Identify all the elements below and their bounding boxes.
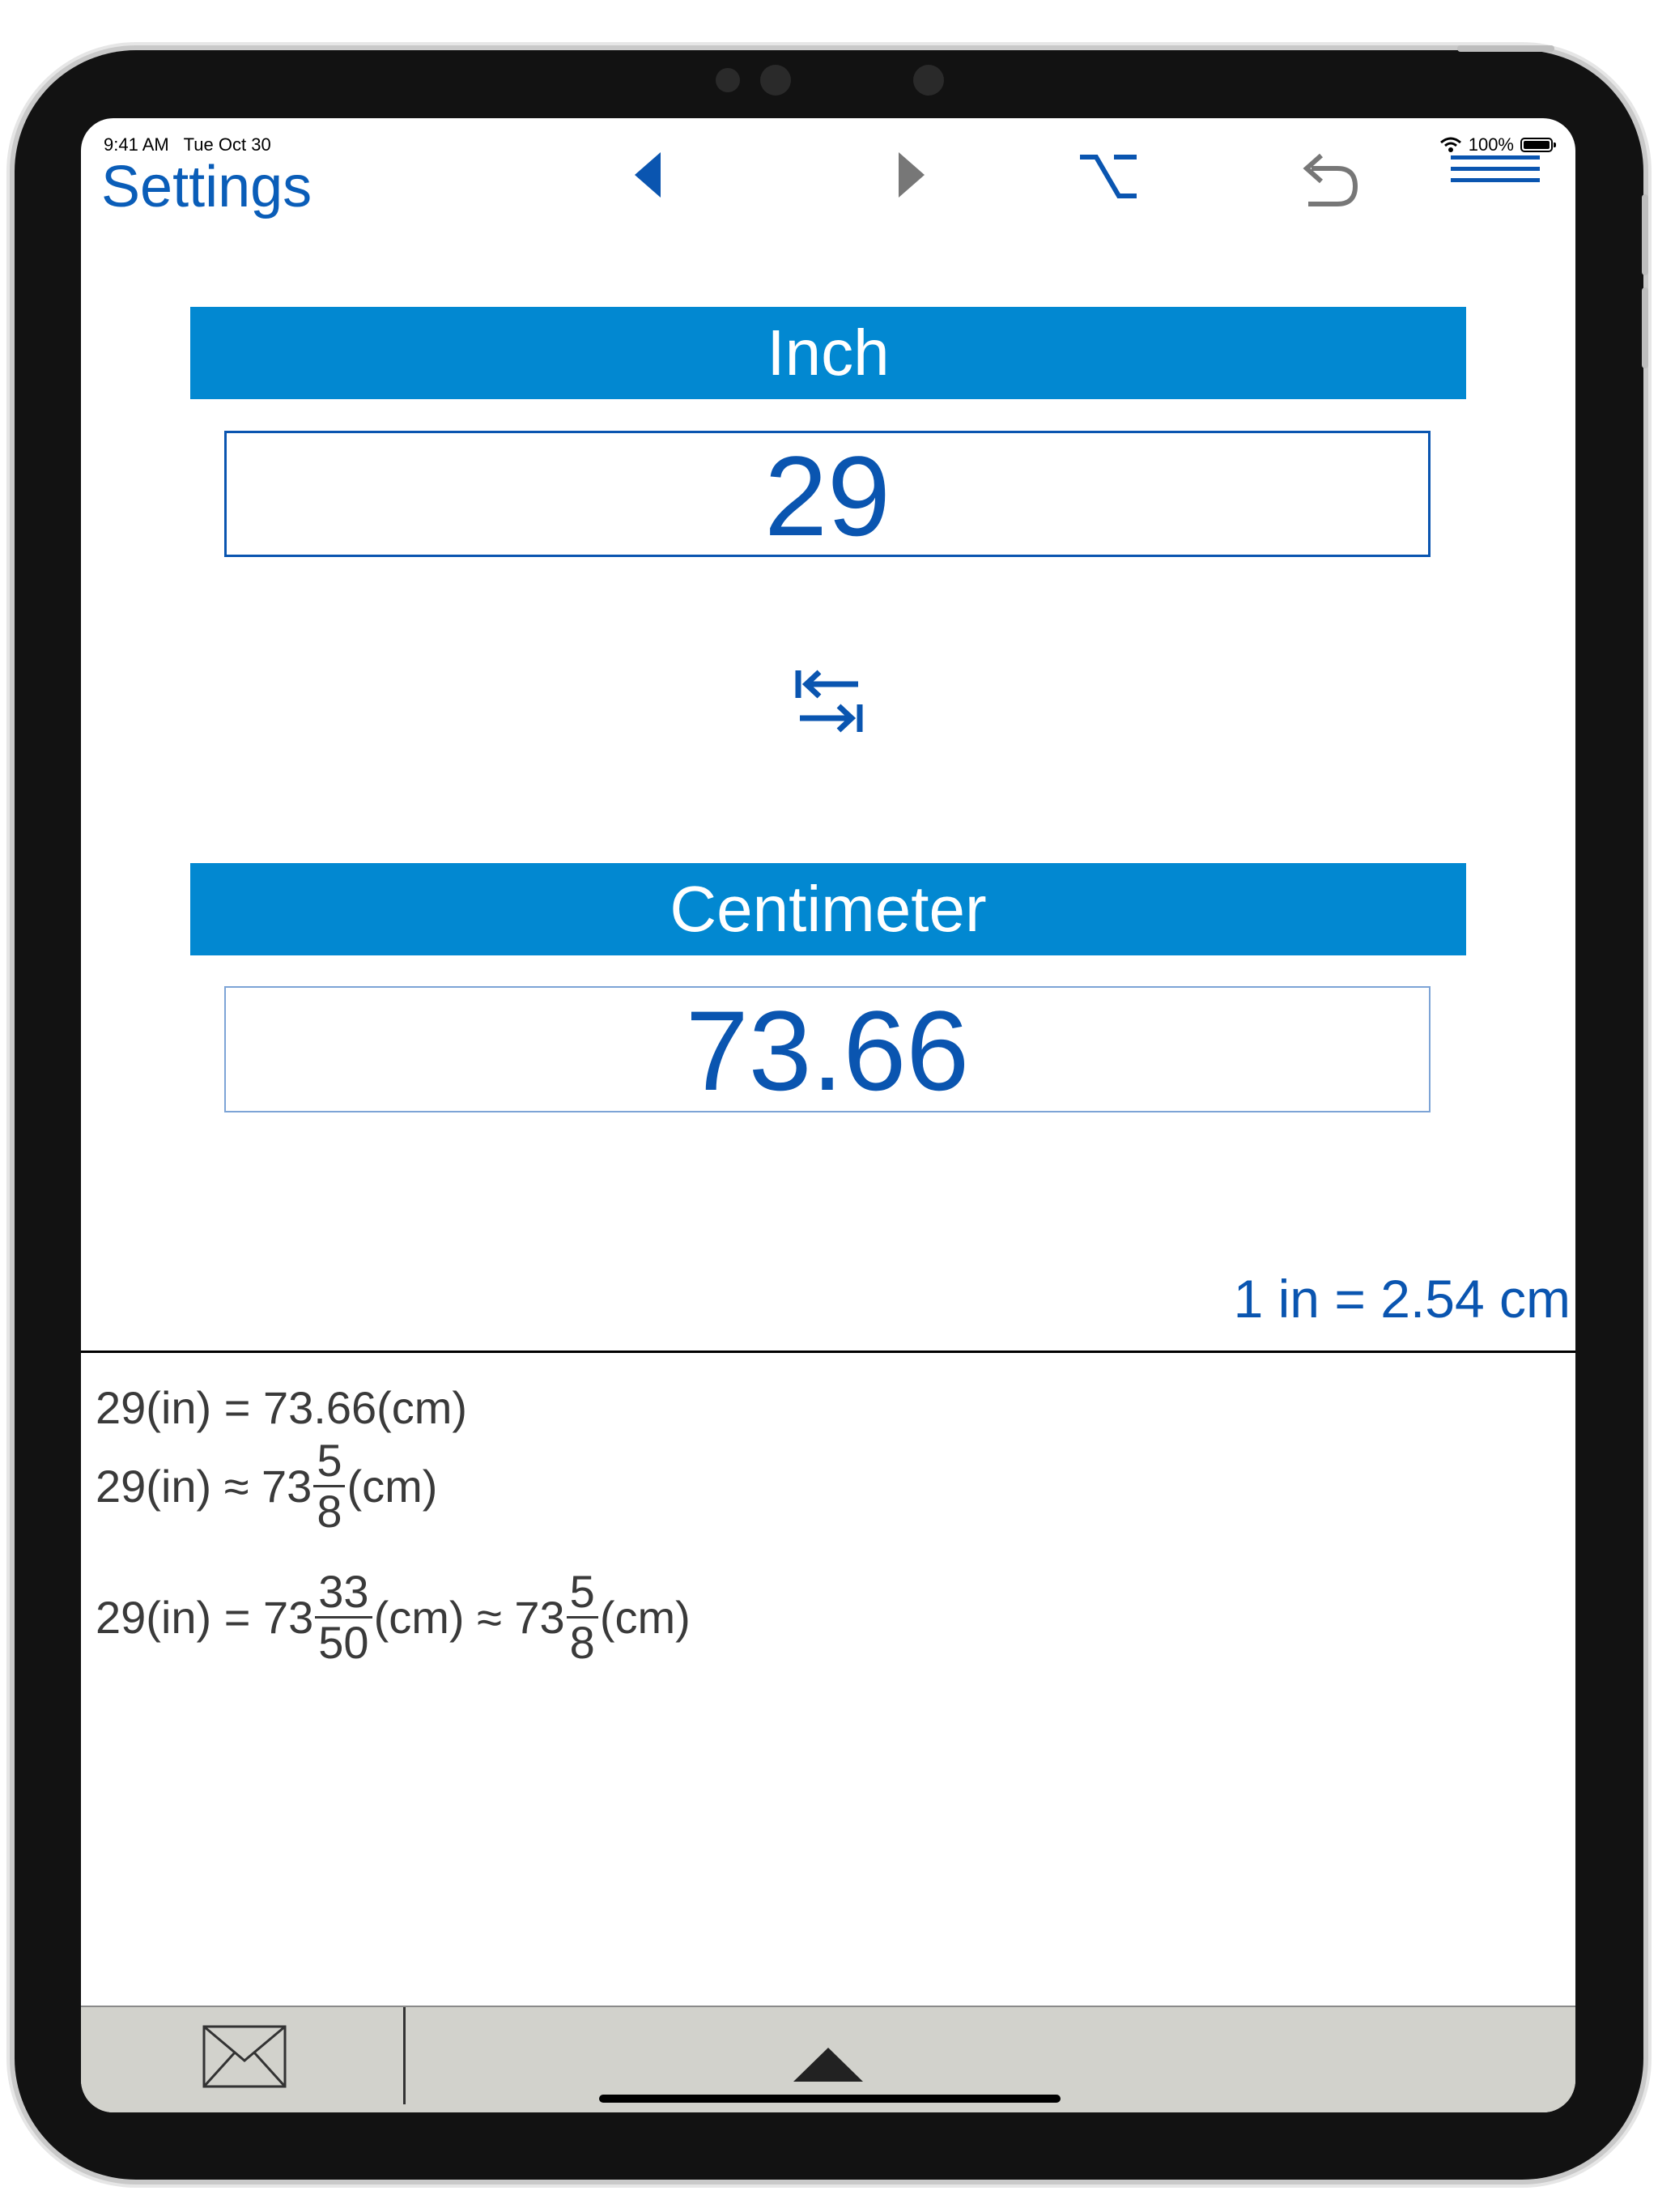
result-line3-suffix: (cm) <box>599 1592 691 1643</box>
fraction-numerator: 5 <box>569 1566 595 1617</box>
power-button <box>1457 45 1554 52</box>
expand-up-icon[interactable] <box>792 2046 865 2083</box>
result-line-exact: 29(in) = 73.66(cm) <box>96 1381 467 1434</box>
from-value-input[interactable]: 29 <box>224 431 1431 559</box>
undo-icon[interactable] <box>1297 149 1360 209</box>
result-line1-text: 29(in) = 73.66(cm) <box>96 1382 468 1433</box>
volume-button <box>1642 287 1648 368</box>
to-unit-button[interactable]: Centimeter <box>190 863 1466 955</box>
back-triangle-icon[interactable] <box>631 149 664 201</box>
to-value-display: 73.66 <box>224 986 1431 1114</box>
status-right: 100% <box>1439 134 1556 155</box>
status-date: Tue Oct 30 <box>183 134 271 155</box>
option-key-icon[interactable] <box>1078 152 1138 201</box>
result-line2-suffix: (cm) <box>346 1461 438 1512</box>
sensor-dot <box>716 68 740 92</box>
volume-button <box>1642 194 1648 275</box>
fraction: 5 8 <box>566 1566 598 1667</box>
result-line-fraction: 29(in) ≈ 73 5 8 (cm) <box>96 1436 437 1536</box>
result-line3-mid: (cm) ≈ 73 <box>373 1592 565 1643</box>
fraction-denominator: 8 <box>313 1485 346 1536</box>
home-indicator <box>599 2095 1061 2103</box>
battery-icon <box>1520 138 1556 152</box>
battery-percent: 100% <box>1468 134 1514 155</box>
result-line-mixed: 29(in) = 73 33 50 (cm) ≈ 73 5 8 (cm) <box>96 1568 691 1667</box>
menu-icon[interactable] <box>1451 155 1540 188</box>
wifi-icon <box>1439 137 1461 152</box>
from-unit-button[interactable]: Inch <box>190 307 1466 399</box>
front-camera <box>760 65 791 96</box>
fraction: 33 50 <box>315 1568 372 1667</box>
status-time: 9:41 AM <box>104 134 169 155</box>
result-line3-prefix: 29(in) = 73 <box>96 1592 314 1643</box>
fraction-denominator: 50 <box>315 1616 372 1667</box>
status-time-date: 9:41 AM Tue Oct 30 <box>104 134 271 155</box>
fraction-numerator: 5 <box>317 1435 342 1486</box>
result-line2-prefix: 29(in) ≈ 73 <box>96 1461 312 1512</box>
forward-triangle-icon[interactable] <box>895 149 928 201</box>
fraction: 5 8 <box>313 1435 346 1536</box>
swap-units-icon[interactable] <box>793 666 865 737</box>
mail-icon[interactable] <box>202 2025 287 2088</box>
settings-button[interactable]: Settings <box>101 154 312 220</box>
sensor-dot <box>913 65 944 96</box>
fraction-numerator: 33 <box>318 1566 369 1617</box>
toolbar-separator <box>403 2007 406 2104</box>
app-screen: 9:41 AM Tue Oct 30 100% Settings Inch 29… <box>81 118 1575 2112</box>
conversion-rate: 1 in = 2.54 cm <box>1233 1269 1571 1329</box>
fraction-denominator: 8 <box>566 1616 598 1667</box>
results-divider <box>81 1351 1575 1353</box>
